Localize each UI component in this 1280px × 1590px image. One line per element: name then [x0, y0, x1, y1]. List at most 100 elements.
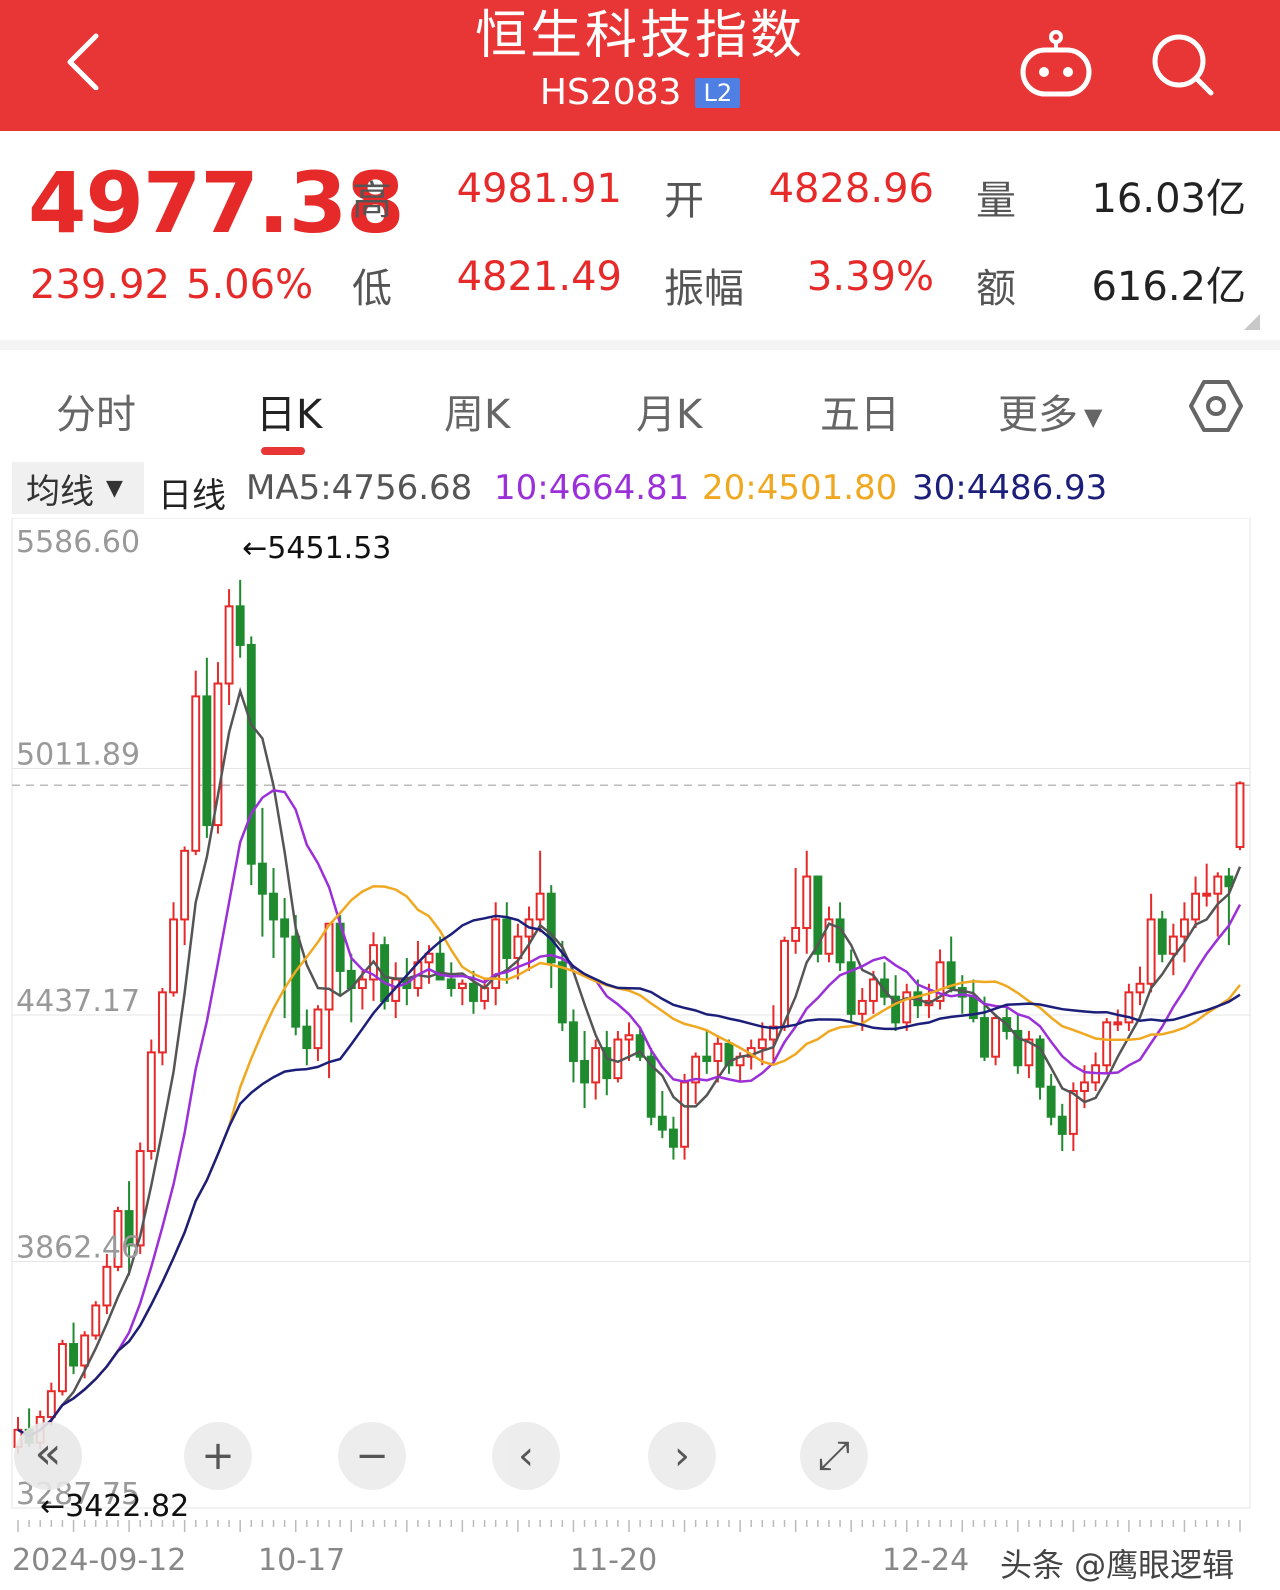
- candle: [202, 657, 212, 838]
- tab-more-label: 更多: [998, 392, 1078, 438]
- candle: [446, 962, 456, 997]
- candle: [157, 988, 167, 1066]
- candle: [702, 1030, 712, 1074]
- price-change-pct: 5.06%: [186, 262, 314, 308]
- fullscreen-button[interactable]: ⤢: [800, 1422, 868, 1490]
- candle-body: [480, 987, 490, 1002]
- zoom-in-button[interactable]: +: [184, 1422, 252, 1490]
- settings-gear-icon[interactable]: [1188, 379, 1244, 433]
- candle-body: [1168, 935, 1178, 955]
- x-tick-label: 12-24: [882, 1543, 969, 1578]
- candle: [1224, 867, 1234, 946]
- candle: [657, 1090, 667, 1139]
- candle: [802, 850, 812, 954]
- kline-chart-area[interactable]: 5586.60 5011.89 4437.17 3862.46 3287.75 ←5451…: [0, 517, 1280, 1586]
- tab-intraday[interactable]: 分时: [56, 382, 136, 440]
- tab-more[interactable]: 更多 ▼: [998, 382, 1102, 440]
- candle-body: [1180, 918, 1189, 938]
- tab-five-day[interactable]: 五日: [820, 382, 900, 440]
- candle-body: [580, 1059, 590, 1084]
- candle-body: [1213, 875, 1223, 895]
- candle: [724, 1039, 734, 1074]
- candle-body: [1135, 982, 1145, 994]
- minus-icon: −: [355, 1433, 389, 1479]
- robot-assistant-icon[interactable]: [1018, 30, 1094, 100]
- open-value: 4828.96: [768, 166, 934, 212]
- open-label: 开: [664, 178, 704, 224]
- candle-body: [169, 918, 178, 994]
- amplitude-label: 振幅: [664, 266, 744, 312]
- candle-body: [668, 1128, 678, 1148]
- candle: [257, 807, 267, 937]
- candle-body: [902, 991, 912, 1024]
- candle: [1135, 966, 1145, 1006]
- y-tick-label: 3862.46: [16, 1231, 140, 1266]
- scroll-to-start-button[interactable]: «: [14, 1422, 82, 1490]
- candle: [1180, 902, 1189, 963]
- zoom-out-button[interactable]: −: [338, 1422, 406, 1490]
- active-tab-underline: [261, 447, 305, 455]
- section-divider: [0, 340, 1280, 350]
- candle-body: [513, 935, 523, 960]
- period-label: 日线: [158, 476, 226, 516]
- candle-body: [269, 892, 278, 921]
- subtitle: HS2083 L2: [539, 72, 741, 113]
- tab-monthly-k[interactable]: 月K: [636, 382, 702, 440]
- candle: [902, 983, 912, 1031]
- pan-left-button[interactable]: ‹: [492, 1422, 560, 1490]
- candle: [169, 902, 178, 997]
- candle: [1013, 1013, 1023, 1074]
- candle-body: [502, 918, 512, 960]
- candle-body: [557, 961, 567, 1024]
- candle-body: [702, 1055, 712, 1062]
- candle: [324, 922, 334, 1079]
- candle-body: [202, 695, 212, 827]
- candle-body: [324, 922, 334, 1011]
- candle-body: [1057, 1115, 1067, 1135]
- candle-body: [791, 927, 801, 942]
- tab-weekly-k[interactable]: 周K: [444, 382, 510, 440]
- candle: [935, 949, 945, 1010]
- candle: [191, 670, 201, 856]
- x-tick-label: 2024-09-12: [12, 1543, 186, 1578]
- candle-body: [180, 849, 190, 921]
- candle: [580, 1030, 590, 1109]
- candle: [69, 1322, 78, 1375]
- kline-chart[interactable]: 5586.605011.894437.173862.463287.75←5451…: [0, 517, 1280, 1586]
- candle-body: [680, 1081, 689, 1148]
- candle: [1113, 1009, 1123, 1031]
- candle-body: [1157, 918, 1167, 955]
- candle: [1168, 923, 1178, 976]
- expand-corner-icon[interactable]: [1244, 314, 1260, 330]
- candle-body: [980, 1017, 989, 1058]
- candle-body: [546, 892, 556, 964]
- candle: [1057, 1103, 1067, 1152]
- candle: [991, 1013, 1001, 1066]
- candle: [280, 897, 290, 1019]
- candle-body: [1146, 918, 1156, 985]
- index-code: HS2083: [539, 72, 682, 113]
- candle-body: [457, 982, 467, 990]
- ma-selector-label: 均线: [26, 471, 94, 512]
- candle-body: [624, 1034, 634, 1041]
- pan-right-button[interactable]: ›: [648, 1422, 716, 1490]
- y-tick-label: 5586.60: [16, 525, 140, 560]
- candle-body: [535, 892, 545, 921]
- candle: [591, 1039, 601, 1100]
- chart-frame: [11, 517, 1251, 1509]
- candle-body: [280, 918, 290, 938]
- min-price-marker: ←3422.82: [40, 1489, 189, 1524]
- candle: [246, 636, 256, 886]
- candle: [302, 1009, 312, 1066]
- candle-body: [246, 643, 256, 865]
- candle-body: [1080, 1081, 1089, 1092]
- tab-daily-k[interactable]: 日K: [256, 382, 322, 440]
- search-icon[interactable]: [1148, 30, 1218, 100]
- candle: [313, 1005, 323, 1061]
- candle-body: [1191, 892, 1201, 921]
- volume-value: 16.03亿: [1091, 176, 1246, 222]
- ma-selector[interactable]: 均线 ▼: [12, 462, 144, 514]
- candle: [224, 589, 234, 705]
- candle-body: [291, 935, 301, 1028]
- candle-body: [868, 978, 878, 1002]
